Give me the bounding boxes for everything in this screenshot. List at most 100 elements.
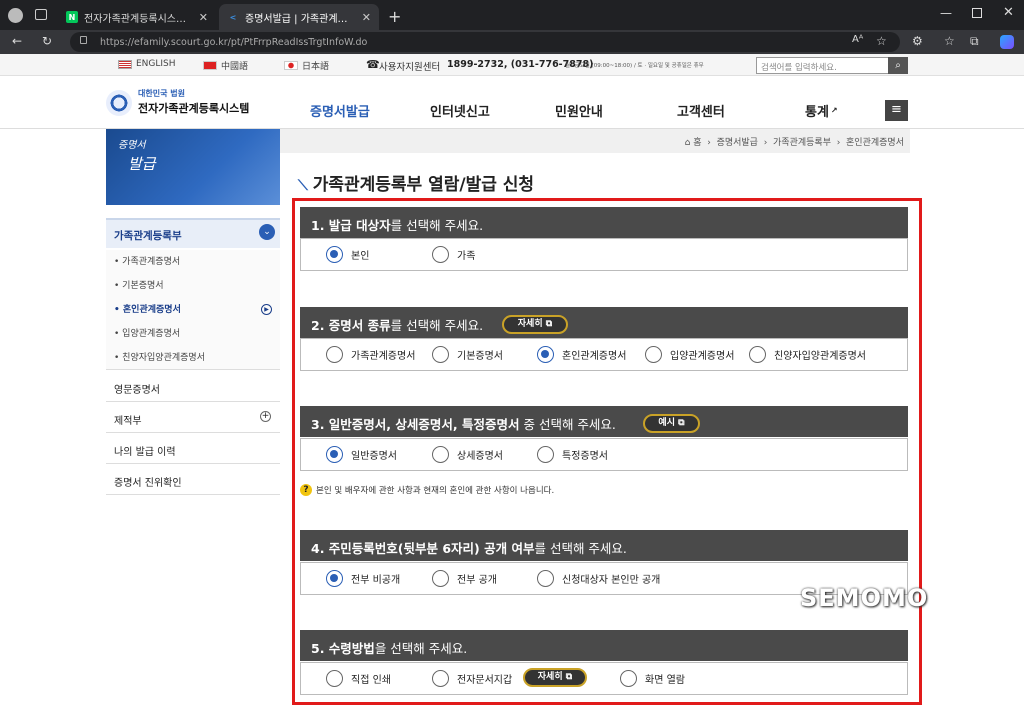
sidebar-verify-cert[interactable]: 증명서 진위확인 — [106, 465, 280, 495]
reload-icon[interactable]: ↻ — [42, 34, 52, 48]
court-emblem-icon — [106, 90, 132, 116]
radio-full-adoption-cert[interactable]: 친양자입양관계증명서 — [749, 346, 866, 363]
example-button[interactable]: 예시 ⧉ — [643, 414, 700, 433]
radio-label: 전부 비공개 — [351, 575, 401, 586]
home-icon[interactable]: ⌂ — [685, 138, 694, 148]
sidebar-my-history[interactable]: 나의 발급 이력 — [106, 434, 280, 464]
nav-civil-guide[interactable]: 민원안내 — [555, 101, 603, 120]
radio-e-wallet[interactable]: 전자문서지갑 — [432, 670, 512, 687]
sidebar-english-cert[interactable]: 영문증명서 — [106, 372, 280, 402]
breadcrumb-home[interactable]: 홈 — [693, 138, 701, 148]
web-page: ENGLISH 中國語 日本語 ☎ 사용자지원센터 1899-2732, (03… — [0, 54, 1024, 714]
section1-header: 1. 발급 대상자를 선택해 주세요. — [300, 207, 908, 238]
sidebar-family-register[interactable]: 가족관계등록부 — [106, 218, 280, 248]
site-search-input[interactable]: 검색어를 입력하세요. — [756, 57, 908, 74]
section3-options: 일반증명서 상세증명서 특정증명서 — [300, 438, 908, 471]
search-button[interactable]: ⌕ — [888, 57, 908, 74]
section-title-rest: 를 선택해 주세요. — [390, 318, 484, 333]
back-icon[interactable]: ← — [12, 34, 22, 48]
sidebar-removed-register[interactable]: 제적부 + — [106, 403, 280, 433]
us-flag-icon — [118, 59, 132, 69]
question-icon: ? — [300, 484, 312, 496]
url-field[interactable]: https://efamily.scourt.go.kr/pt/PtFrrpRe… — [70, 32, 900, 52]
radio-unselected-icon — [432, 246, 449, 263]
section-title-bold: 2. 증명서 종류 — [311, 318, 391, 333]
breadcrumb-certificate[interactable]: 증명서발급 — [717, 138, 758, 148]
radio-label: 본인 — [351, 251, 370, 262]
minimize-icon[interactable]: — — [940, 6, 952, 20]
section-title-rest: 중 선택해 주세요. — [519, 417, 616, 432]
collapse-chevron-icon[interactable]: ⌄ — [259, 224, 275, 240]
radio-self[interactable]: 본인 — [326, 246, 369, 263]
nav-statistics[interactable]: 통계 ↗ — [805, 101, 838, 120]
nav-customer-center[interactable]: 고객센터 — [677, 101, 725, 120]
radio-screen-view[interactable]: 화면 열람 — [620, 670, 685, 687]
new-tab-icon[interactable]: + — [388, 7, 401, 26]
section5-header: 5. 수령방법을 선택해 주세요. — [300, 630, 908, 661]
sidebar-sub-full-adoption[interactable]: • 친양자입양관계증명서 — [106, 346, 280, 370]
breadcrumb-family-register[interactable]: 가족관계등록부 — [773, 138, 831, 148]
search-icon: ⌕ — [895, 60, 901, 71]
favorite-star-icon[interactable]: ☆ — [876, 34, 887, 48]
radio-family[interactable]: 가족 — [432, 246, 475, 263]
sidebar-sub-label: 혼인관계증명서 — [122, 305, 181, 315]
tab-efamily[interactable]: < 증명서발급 | 가족관계등록부 | 혼 ✕ — [219, 4, 379, 30]
close-window-icon[interactable]: ✕ — [1003, 5, 1014, 20]
breadcrumb-marriage-cert[interactable]: 혼인관계증명서 — [846, 138, 904, 148]
tab-label: 증명서발급 | 가족관계등록부 | 혼 — [245, 13, 356, 25]
radio-marriage-cert[interactable]: 혼인관계증명서 — [537, 346, 626, 363]
read-aloud-icon[interactable]: Aᴬ — [852, 34, 863, 45]
radio-label: 전부 공개 — [457, 575, 497, 586]
nav-certificate-issue[interactable]: 증명서발급 — [310, 101, 370, 120]
radio-detailed-cert[interactable]: 상세증명서 — [432, 446, 503, 463]
lang-english-link[interactable]: ENGLISH — [118, 59, 176, 69]
sidebar-sub-family-relation[interactable]: • 가족관계증명서 — [106, 250, 280, 274]
close-tab-icon[interactable]: ✕ — [193, 11, 208, 24]
lang-japanese-link[interactable]: 日本語 — [284, 59, 329, 72]
radio-adoption-cert[interactable]: 입양관계증명서 — [645, 346, 734, 363]
watermark: SEMOMO — [800, 584, 929, 612]
detail-button-receipt[interactable]: 자세히 ⧉ — [523, 668, 587, 687]
radio-selected-icon — [537, 346, 554, 363]
maximize-icon[interactable] — [972, 8, 982, 18]
radio-unselected-icon — [432, 446, 449, 463]
help-note-text: 본인 및 배우자에 관한 사항과 현재의 혼인에 관한 사항이 나옵니다. — [316, 486, 555, 496]
radio-unselected-icon — [326, 670, 343, 687]
radio-label: 입양관계증명서 — [670, 351, 735, 362]
nav-online-report[interactable]: 인터넷신고 — [430, 101, 490, 120]
collections-icon[interactable]: ⧉ — [970, 34, 979, 49]
radio-unselected-icon — [537, 570, 554, 587]
section-title-rest: 를 선택해 주세요. — [390, 218, 484, 233]
profile-avatar[interactable] — [8, 8, 23, 23]
radio-specific-cert[interactable]: 특정증명서 — [537, 446, 608, 463]
lang-japanese-label: 日本語 — [302, 62, 330, 72]
tab-naver[interactable]: N 전자가족관계등록시스템 : 네이버 ✕ — [58, 4, 216, 30]
detail-button-cert-type[interactable]: 자세히 ⧉ — [502, 315, 568, 334]
section4-header: 4. 주민등록번호(뒷부분 6자리) 공개 여부를 선택해 주세요. — [300, 530, 908, 561]
lang-chinese-link[interactable]: 中國語 — [203, 59, 248, 72]
extensions-icon[interactable]: ⚙ — [912, 34, 923, 48]
full-menu-button[interactable]: ≡ — [885, 100, 908, 121]
section3-header: 3. 일반증명서, 상세증명서, 특정증명서 중 선택해 주세요. — [300, 406, 908, 437]
radio-applicant-only[interactable]: 신청대상자 본인만 공개 — [537, 570, 660, 587]
radio-family-relation-cert[interactable]: 가족관계증명서 — [326, 346, 415, 363]
radio-direct-print[interactable]: 직접 인쇄 — [326, 670, 391, 687]
sidebar-sub-basic[interactable]: • 기본증명서 — [106, 274, 280, 298]
favorites-icon[interactable]: ☆ — [944, 34, 955, 48]
tab-actions-icon[interactable] — [35, 9, 47, 20]
site-logo[interactable]: 대한민국 법원 전자가족관계등록시스템 — [106, 88, 256, 118]
radio-label: 가족 — [457, 251, 476, 262]
radio-basic-cert[interactable]: 기본증명서 — [432, 346, 503, 363]
radio-all-public[interactable]: 전부 공개 — [432, 570, 497, 587]
breadcrumb: ⌂ 홈 › 증명서발급 › 가족관계등록부 › 혼인관계증명서 — [280, 129, 910, 153]
sidebar-sub-marriage[interactable]: • 혼인관계증명서 ▶ — [106, 298, 280, 322]
tab-label: 전자가족관계등록시스템 : 네이버 — [84, 13, 193, 25]
radio-unselected-icon — [326, 346, 343, 363]
copilot-icon[interactable] — [1000, 35, 1014, 49]
radio-all-private[interactable]: 전부 비공개 — [326, 570, 400, 587]
radio-unselected-icon — [749, 346, 766, 363]
radio-general-cert[interactable]: 일반증명서 — [326, 446, 397, 463]
sidebar-sub-adoption[interactable]: • 입양관계증명서 — [106, 322, 280, 346]
close-tab-icon[interactable]: ✕ — [356, 11, 371, 24]
section-title-rest: 를 선택해 주세요. — [534, 541, 627, 556]
